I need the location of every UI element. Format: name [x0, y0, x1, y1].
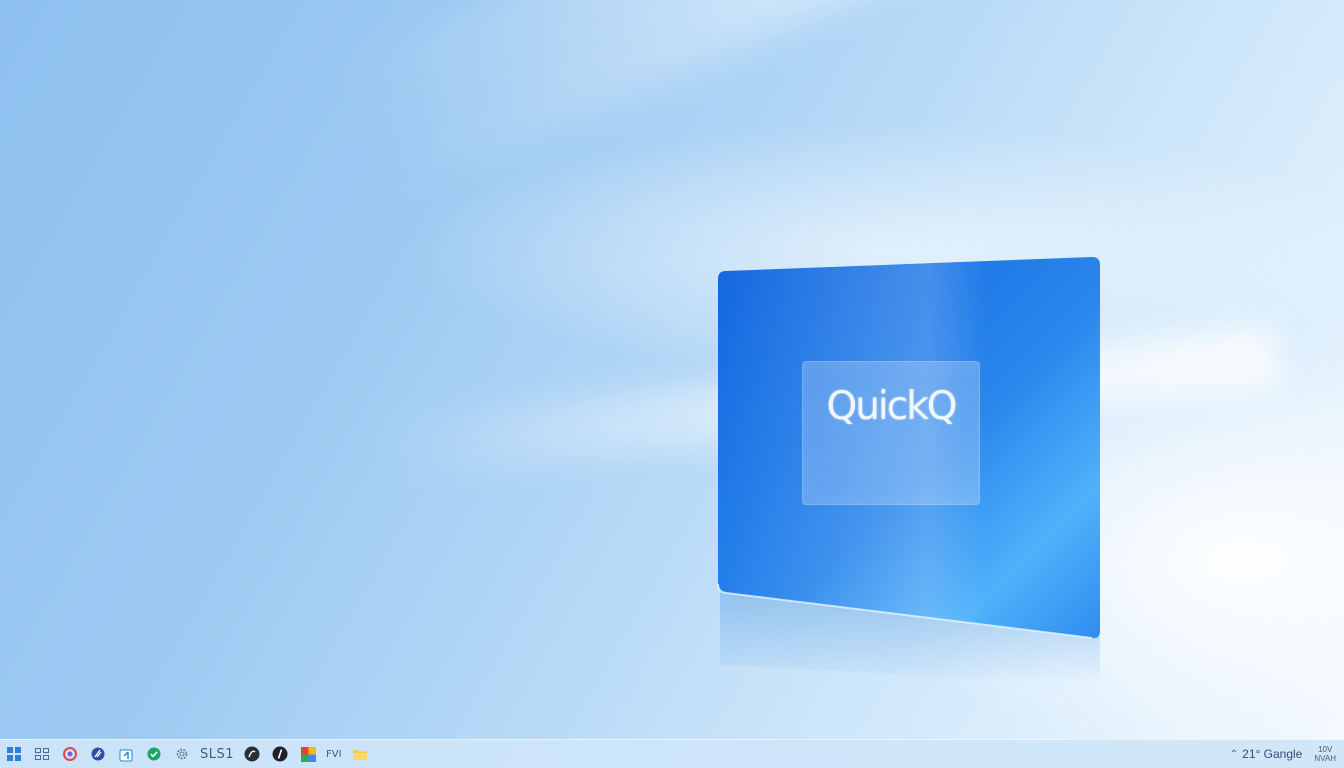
clock-line-2: NVAH	[1314, 754, 1336, 763]
desktop: QuickQ SLS1 FVI ⌃ 21° Gangle 10V NVAH	[0, 0, 1344, 768]
tray-status-text[interactable]: 21° Gangle	[1242, 747, 1310, 761]
show-hidden-icons-chevron-icon[interactable]: ⌃	[1226, 749, 1242, 760]
start-icon[interactable]	[0, 740, 28, 768]
quickq-logo-plate: QuickQ	[802, 361, 980, 505]
tray-clock[interactable]: 10V NVAH	[1310, 745, 1336, 763]
clock-line-1: 10V	[1318, 745, 1333, 754]
light-beam	[329, 0, 1344, 204]
file-explorer-icon[interactable]	[346, 740, 374, 768]
red-circle-app-icon[interactable]	[56, 740, 84, 768]
taskbar-fvi-label[interactable]: FVI	[322, 749, 346, 760]
taskbar-sls1-label[interactable]: SLS1	[196, 747, 238, 762]
dark-circle-app-2-icon[interactable]	[266, 740, 294, 768]
dark-circle-app-icon[interactable]	[238, 740, 266, 768]
green-check-app-icon[interactable]	[140, 740, 168, 768]
taskbar: SLS1 FVI ⌃ 21° Gangle 10V NVAH	[0, 739, 1344, 768]
settings-gear-icon[interactable]	[168, 740, 196, 768]
quickq-logo-text: QuickQ	[826, 384, 958, 429]
chrome-icon[interactable]	[294, 740, 322, 768]
blue-circle-app-icon[interactable]	[84, 740, 112, 768]
system-tray: ⌃ 21° Gangle 10V NVAH	[1226, 740, 1344, 768]
task-view-icon[interactable]	[28, 740, 56, 768]
store-bag-icon[interactable]	[112, 740, 140, 768]
taskbar-pinned-apps: SLS1 FVI	[0, 740, 374, 768]
